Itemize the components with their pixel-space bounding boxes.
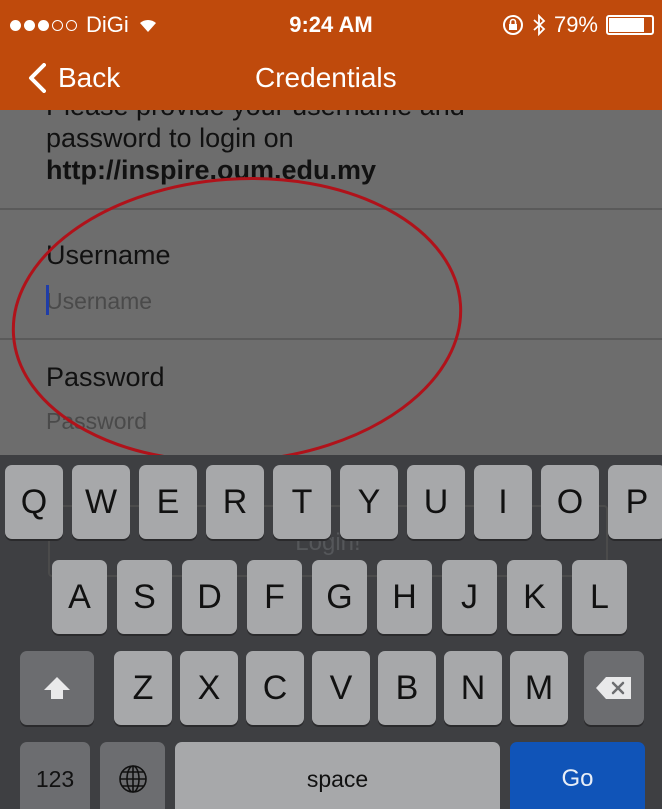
intro-url: http://inspire.oum.edu.my	[46, 155, 377, 185]
key-q[interactable]: Q	[5, 465, 63, 539]
key-y[interactable]: Y	[340, 465, 398, 539]
key-c[interactable]: C	[246, 651, 304, 725]
key-s[interactable]: S	[117, 560, 172, 634]
intro-line-1: Please provide your username and	[46, 110, 606, 122]
key-f[interactable]: F	[247, 560, 302, 634]
navigation-bar: Back Credentials	[0, 50, 662, 110]
key-a[interactable]: A	[52, 560, 107, 634]
key-t[interactable]: T	[273, 465, 331, 539]
key-d[interactable]: D	[182, 560, 237, 634]
key-u[interactable]: U	[407, 465, 465, 539]
key-n[interactable]: N	[444, 651, 502, 725]
backspace-icon	[596, 677, 631, 699]
key-b[interactable]: B	[378, 651, 436, 725]
key-l[interactable]: L	[572, 560, 627, 634]
intro-line-2: password to login on	[46, 123, 294, 153]
backspace-key[interactable]	[584, 651, 644, 725]
credentials-form: Please provide your username and passwor…	[0, 110, 662, 455]
key-h[interactable]: H	[377, 560, 432, 634]
status-bar: DiGi 9:24 AM 79%	[0, 0, 662, 50]
key-z[interactable]: Z	[114, 651, 172, 725]
go-key[interactable]: Go	[510, 742, 645, 809]
globe-icon	[118, 765, 147, 793]
key-w[interactable]: W	[72, 465, 130, 539]
chevron-left-icon	[29, 63, 46, 93]
password-input[interactable]	[46, 403, 606, 439]
key-i[interactable]: I	[474, 465, 532, 539]
key-g[interactable]: G	[312, 560, 367, 634]
divider	[0, 338, 662, 340]
key-m[interactable]: M	[510, 651, 568, 725]
globe-key[interactable]	[100, 742, 165, 809]
on-screen-keyboard: Login! Q W E R T Y U I O P A S D F G H J…	[0, 455, 662, 809]
key-k[interactable]: K	[507, 560, 562, 634]
key-e[interactable]: E	[139, 465, 197, 539]
intro-text: Please provide your username and passwor…	[46, 110, 606, 186]
back-label: Back	[58, 62, 121, 93]
battery-icon	[606, 15, 654, 35]
key-v[interactable]: V	[312, 651, 370, 725]
space-key[interactable]: space	[175, 742, 500, 809]
password-label: Password	[46, 362, 165, 392]
shift-key[interactable]	[20, 651, 94, 725]
key-p[interactable]: P	[608, 465, 662, 539]
key-x[interactable]: X	[180, 651, 238, 725]
username-label: Username	[46, 240, 171, 270]
shift-icon	[44, 677, 70, 699]
numbers-key[interactable]: 123	[20, 742, 90, 809]
page-title: Credentials	[255, 62, 397, 93]
rotation-lock-icon	[502, 15, 523, 35]
back-button[interactable]: Back	[28, 62, 120, 94]
text-cursor	[46, 285, 49, 315]
bluetooth-icon	[533, 14, 546, 36]
battery-level	[609, 18, 644, 32]
key-r[interactable]: R	[206, 465, 264, 539]
divider	[0, 208, 662, 210]
key-j[interactable]: J	[442, 560, 497, 634]
key-o[interactable]: O	[541, 465, 599, 539]
battery-percent: 79%	[553, 12, 598, 37]
username-input[interactable]	[46, 283, 606, 319]
